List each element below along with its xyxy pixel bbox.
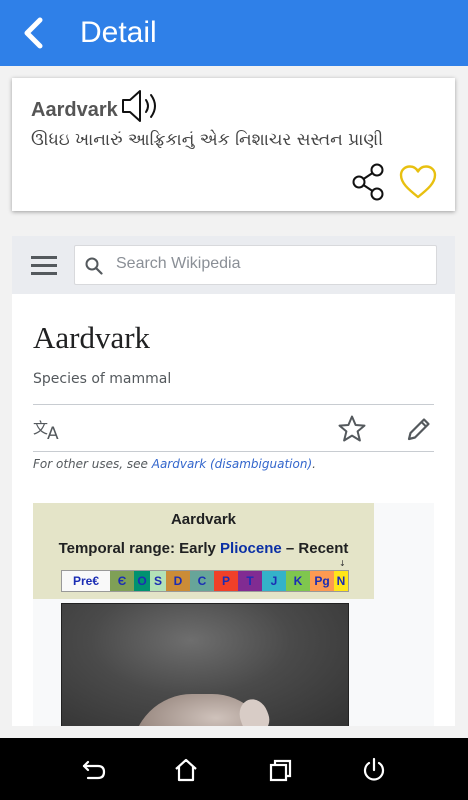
search-icon [85,257,103,275]
photo-animal-ear [235,695,273,726]
timeline-period[interactable]: Pre€ [62,571,110,591]
wikipedia-view[interactable]: Search Wikipedia Aardvark Species of mam… [12,236,455,726]
infobox-side [374,503,434,726]
timeline-period[interactable]: K [286,571,310,591]
infobox-title: Aardvark [170,511,237,528]
hamburger-icon[interactable] [31,256,57,275]
timeline-period[interactable]: Є [110,571,134,591]
divider [33,404,434,405]
system-nav-bar [0,738,468,800]
divider [33,451,434,452]
timeline-period[interactable]: O [134,571,150,591]
timeline-period[interactable]: J [262,571,286,591]
app-bar: Detail [0,0,468,66]
hatnote-suffix: . [312,457,316,471]
timeline-marker: ↓ [339,559,346,568]
search-input[interactable]: Search Wikipedia [74,245,437,285]
timeline-period[interactable]: C [190,571,214,591]
timeline-period[interactable]: D [166,571,190,591]
pencil-icon[interactable] [405,415,433,443]
star-outline-icon[interactable] [337,414,367,444]
nav-back-icon[interactable] [80,756,108,784]
hatnote-prefix: For other uses, see [33,457,152,471]
word-title: Aardvark [31,99,118,121]
nav-home-icon[interactable] [172,756,200,784]
heart-outline-icon[interactable] [398,164,438,200]
infobox-header: Aardvark Temporal range: Early Pliocene … [33,503,374,599]
timeline-period[interactable]: N [334,571,348,591]
timeline-period[interactable]: Pg [310,571,334,591]
pliocene-link[interactable]: Pliocene [220,540,282,557]
timeline-period[interactable]: P [214,571,238,591]
hatnote: For other uses, see Aardvark (disambigua… [33,457,316,471]
svg-text:A: A [47,424,59,440]
infobox: Aardvark Temporal range: Early Pliocene … [33,503,374,726]
power-icon[interactable] [360,756,388,784]
range-prefix: Temporal range: Early [58,540,221,557]
translate-icon[interactable]: 文 A [33,418,63,440]
timeline-period[interactable]: S [150,571,166,591]
share-icon[interactable] [350,162,388,202]
aardvark-photo[interactable] [61,603,349,726]
range-suffix: – Recent [281,540,349,557]
timeline-period[interactable]: T [238,571,262,591]
geologic-timeline: Pre€ Є O S D C P T J K Pg N [61,570,349,592]
speaker-icon[interactable] [120,88,164,124]
page-title: Detail [80,16,157,49]
svg-text:文: 文 [33,419,48,437]
arrow-back-icon[interactable] [16,15,52,51]
article-title: Aardvark [33,320,151,355]
word-meaning: ઊધઇ ખાનારું આફ્રિકાનું એક નિશાચર સસ્તન પ… [31,130,384,150]
disambiguation-link[interactable]: Aardvark (disambiguation) [152,457,312,471]
article-description: Species of mammal [33,371,172,387]
word-card: Aardvark ઊધઇ ખાનારું આફ્રિકાનું એક નિશાચ… [12,78,455,211]
search-placeholder: Search Wikipedia [116,255,241,272]
wikipedia-header: Search Wikipedia [12,236,455,294]
temporal-range: Temporal range: Early Pliocene – Recent [33,540,374,557]
nav-recents-icon[interactable] [266,756,294,784]
